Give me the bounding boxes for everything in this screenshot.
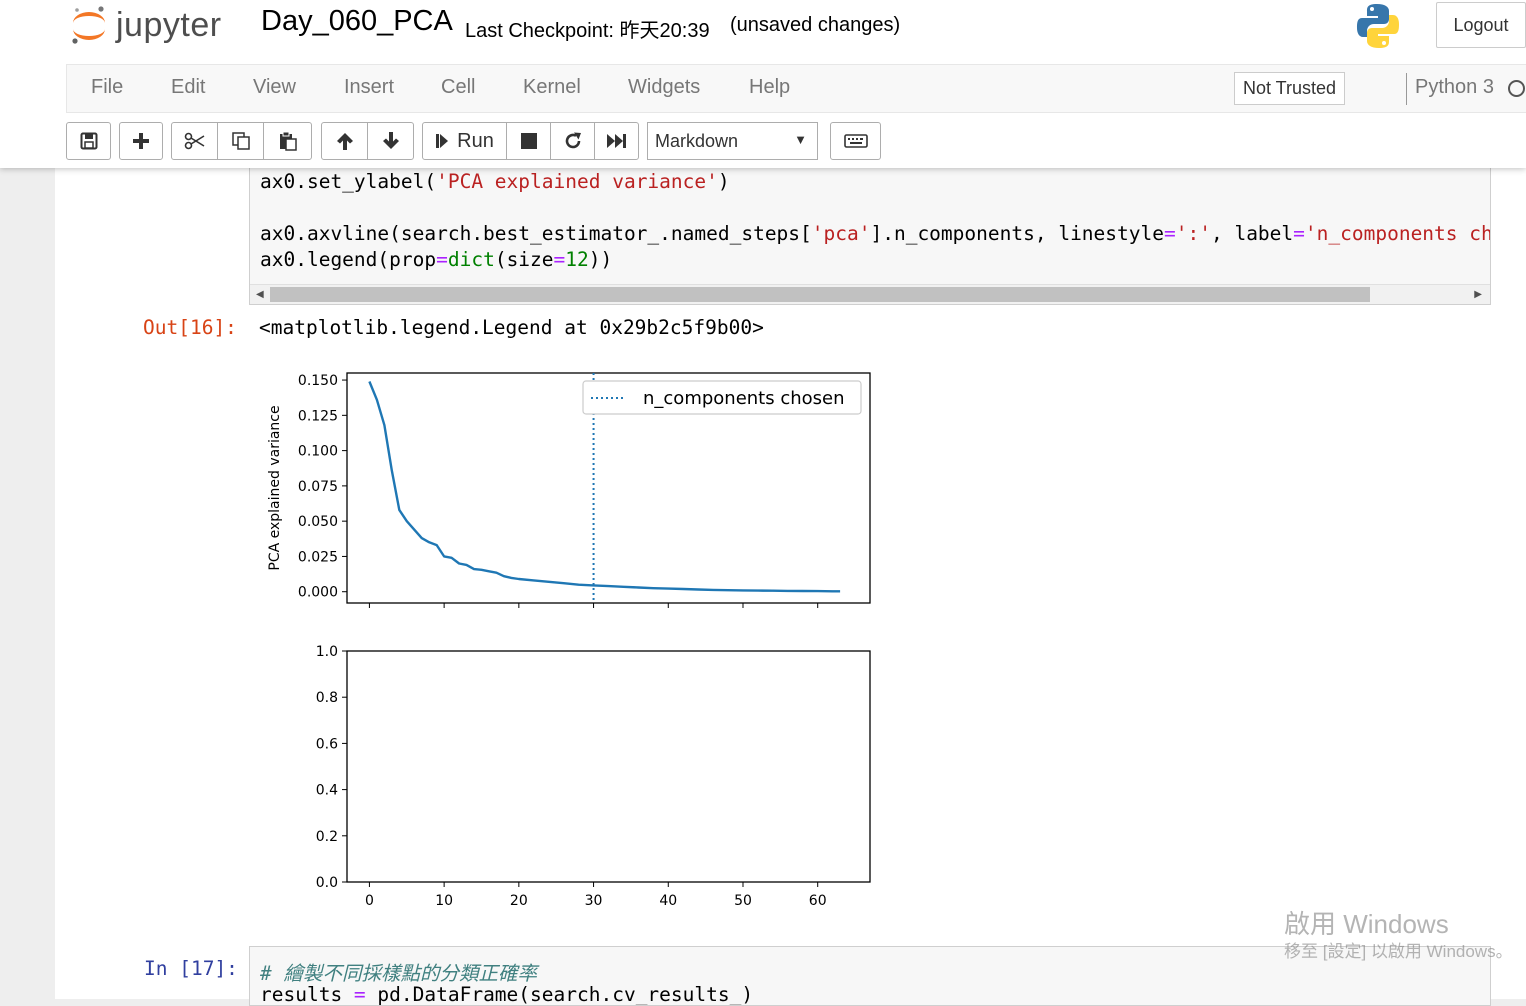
menu-cell[interactable]: Cell bbox=[441, 76, 475, 99]
pca-chart-ytick-label: 0.050 bbox=[298, 514, 338, 530]
scroll-right-arrow-icon[interactable]: ▶ bbox=[1474, 289, 1482, 300]
accuracy-chart-ytick-label: 0.4 bbox=[316, 783, 338, 799]
accuracy-chart-ytick-label: 0.8 bbox=[316, 690, 338, 706]
menu-help[interactable]: Help bbox=[749, 76, 790, 99]
pca-chart-figure: 0.0000.0250.0500.0750.1000.1250.150PCA e… bbox=[267, 372, 871, 909]
accuracy-chart-ytick-label: 0.6 bbox=[316, 736, 338, 752]
pca-chart-ytick-label: 0.125 bbox=[298, 408, 338, 424]
scroll-left-arrow-icon[interactable]: ◀ bbox=[256, 289, 264, 300]
accuracy-chart-xtick-label: 20 bbox=[510, 893, 528, 909]
kernel-name[interactable]: Python 3 bbox=[1415, 76, 1494, 99]
kernel-separator bbox=[1406, 73, 1407, 105]
menu-file[interactable]: File bbox=[91, 76, 123, 99]
run-icon bbox=[436, 134, 449, 148]
pca-chart-legend-label: n_components chosen bbox=[643, 388, 845, 409]
arrow-up-icon bbox=[336, 133, 353, 150]
horizontal-scrollbar[interactable]: ◀ ▶ bbox=[250, 284, 1490, 304]
menu-view[interactable]: View bbox=[253, 76, 296, 99]
not-trusted-button[interactable]: Not Trusted bbox=[1234, 72, 1346, 105]
restart-kernel-button[interactable] bbox=[550, 122, 595, 160]
code-line-4: ax0.legend(prop=dict(size=12)) bbox=[260, 248, 613, 271]
paste-icon bbox=[279, 131, 297, 151]
arrow-down-icon bbox=[382, 132, 399, 149]
accuracy-chart-xtick-label: 10 bbox=[435, 893, 453, 909]
jupyter-logo-icon bbox=[72, 6, 105, 44]
python-logo-icon bbox=[1355, 2, 1401, 55]
in-prompt: In [17]: bbox=[144, 957, 238, 980]
pca-chart-ytick-label: 0.100 bbox=[298, 444, 338, 460]
jupyter-logo[interactable]: jupyter bbox=[70, 3, 222, 47]
run-button[interactable]: Run bbox=[422, 122, 507, 160]
out-prompt: Out[16]: bbox=[143, 316, 237, 339]
code-cell-16-editor[interactable]: ax0.set_ylabel('PCA explained variance')… bbox=[249, 168, 1491, 305]
jupyter-logo-text: jupyter bbox=[116, 5, 222, 44]
move-up-button[interactable] bbox=[321, 122, 368, 160]
pca-chart-ytick-label: 0.025 bbox=[298, 549, 338, 565]
code-line-comment: # 繪製不同採樣點的分類正確率 bbox=[260, 962, 537, 985]
accuracy-chart-xtick-label: 60 bbox=[809, 893, 827, 909]
code-line-1: ax0.set_ylabel('PCA explained variance') bbox=[260, 170, 730, 193]
paste-button[interactable] bbox=[263, 122, 312, 160]
menu-widgets[interactable]: Widgets bbox=[628, 76, 700, 99]
accuracy-chart-xtick-label: 30 bbox=[585, 893, 603, 909]
interrupt-kernel-button[interactable] bbox=[506, 122, 551, 160]
autosave-status: (unsaved changes) bbox=[730, 14, 901, 36]
run-button-label: Run bbox=[457, 129, 494, 152]
code-line-3: ax0.axvline(search.best_estimator_.named… bbox=[260, 222, 1490, 245]
menu-edit[interactable]: Edit bbox=[171, 76, 205, 99]
stop-icon bbox=[520, 133, 537, 149]
accuracy-chart-ytick-label: 1.0 bbox=[316, 644, 338, 660]
menubar: File Edit View Insert Cell Kernel Widget… bbox=[66, 64, 1526, 113]
windows-activation-title: 啟用 Windows bbox=[1284, 909, 1449, 939]
cut-icon bbox=[184, 132, 204, 150]
restart-icon bbox=[565, 132, 581, 149]
restart-run-all-button[interactable] bbox=[594, 122, 639, 160]
notebook-header: jupyter Day_060_PCA Last Checkpoint: 昨天2… bbox=[0, 0, 1526, 168]
cut-button[interactable] bbox=[171, 122, 218, 160]
copy-button[interactable] bbox=[217, 122, 264, 160]
plus-icon bbox=[133, 133, 149, 149]
accuracy-chart-ytick-label: 0.0 bbox=[316, 875, 338, 891]
keyboard-icon bbox=[843, 134, 868, 148]
insert-cell-button[interactable] bbox=[119, 122, 163, 160]
save-button[interactable] bbox=[66, 122, 111, 160]
cell-type-value: Markdown bbox=[655, 130, 739, 151]
menu-insert[interactable]: Insert bbox=[344, 76, 394, 99]
menu-kernel[interactable]: Kernel bbox=[523, 76, 581, 99]
pca-chart-ytick-label: 0.000 bbox=[298, 585, 338, 601]
move-down-button[interactable] bbox=[367, 122, 414, 160]
logout-button[interactable]: Logout bbox=[1436, 2, 1526, 48]
accuracy-chart-xtick-label: 0 bbox=[365, 893, 374, 909]
chevron-down-icon: ▼ bbox=[794, 132, 807, 147]
accuracy-chart-xtick-label: 40 bbox=[659, 893, 677, 909]
pca-chart-ytick-label: 0.150 bbox=[298, 373, 338, 389]
kernel-idle-icon bbox=[1508, 80, 1525, 97]
notebook-name[interactable]: Day_060_PCA bbox=[261, 5, 453, 38]
pca-chart-ylabel: PCA explained variance bbox=[267, 405, 283, 570]
accuracy-chart-frame bbox=[346, 650, 871, 883]
scrollbar-thumb[interactable] bbox=[270, 287, 1370, 302]
fast-forward-icon bbox=[606, 134, 626, 148]
code-line-results: results = pd.DataFrame(search.cv_results… bbox=[260, 983, 754, 1006]
copy-icon bbox=[231, 132, 250, 150]
accuracy-chart-ytick-label: 0.2 bbox=[316, 829, 338, 845]
command-palette-button[interactable] bbox=[830, 122, 881, 160]
pca-chart-ytick-label: 0.075 bbox=[298, 479, 338, 495]
cell-type-select[interactable]: Markdown ▼ bbox=[647, 122, 818, 160]
save-icon bbox=[80, 132, 97, 150]
output-text: <matplotlib.legend.Legend at 0x29b2c5f9b… bbox=[259, 316, 764, 339]
checkpoint-status: Last Checkpoint: 昨天20:39 bbox=[465, 20, 710, 42]
windows-activation-subtitle: 移至 [設定] 以啟用 Windows。 bbox=[1284, 942, 1513, 961]
accuracy-chart-xtick-label: 50 bbox=[734, 893, 752, 909]
